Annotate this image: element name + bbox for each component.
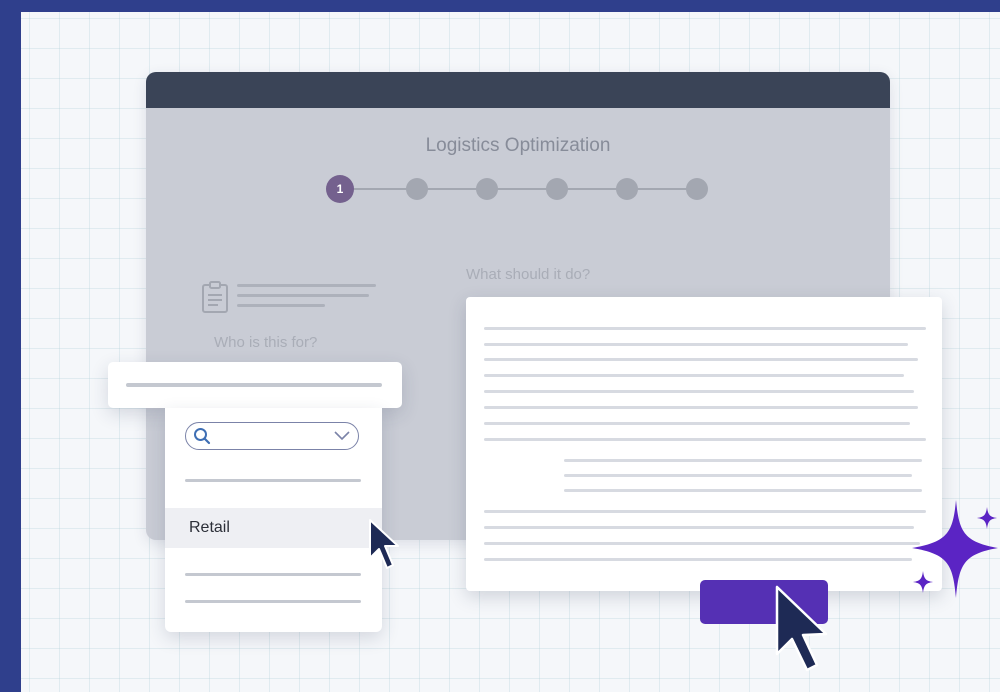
search-select-box[interactable] xyxy=(185,422,359,450)
step-2[interactable] xyxy=(406,178,428,200)
option-placeholder-line[interactable] xyxy=(185,573,361,576)
step-3[interactable] xyxy=(476,178,498,200)
text-line xyxy=(564,489,922,492)
text-line xyxy=(484,510,926,513)
progress-stepper: 1 xyxy=(326,175,709,203)
step-1[interactable]: 1 xyxy=(326,175,354,203)
window-title: Logistics Optimization xyxy=(425,135,611,156)
search-input[interactable] xyxy=(212,425,336,447)
text-line xyxy=(484,390,914,393)
sparkle-icon xyxy=(977,507,997,529)
step-4[interactable] xyxy=(546,178,568,200)
clipboard-icon xyxy=(202,281,228,313)
text-preview-card xyxy=(466,297,942,591)
step-6[interactable] xyxy=(686,178,708,200)
placeholder-line xyxy=(237,304,325,307)
text-line xyxy=(484,438,926,441)
text-line xyxy=(564,459,922,462)
placeholder-line xyxy=(237,294,369,297)
sparkle-icon xyxy=(913,571,933,593)
text-line xyxy=(564,474,912,477)
stepper-line xyxy=(339,188,699,190)
text-line xyxy=(484,422,910,425)
dropdown-option-retail[interactable]: Retail xyxy=(165,508,382,548)
text-line xyxy=(484,558,912,561)
search-icon xyxy=(194,428,211,445)
dropdown-panel: Retail xyxy=(165,408,382,632)
question-what-label: What should it do? xyxy=(466,266,591,283)
text-line xyxy=(484,343,908,346)
chevron-down-icon[interactable] xyxy=(334,430,350,441)
placeholder-line xyxy=(237,284,376,287)
text-line xyxy=(484,406,918,409)
text-line xyxy=(484,542,920,545)
cursor-arrow-icon xyxy=(369,519,399,569)
text-line xyxy=(484,374,904,377)
question-who-label: Who is this for? xyxy=(214,334,318,351)
text-line xyxy=(484,526,914,529)
text-line xyxy=(484,358,918,361)
window-titlebar xyxy=(146,72,890,108)
text-line xyxy=(484,327,926,330)
cursor-arrow-icon xyxy=(775,585,828,672)
option-placeholder-line[interactable] xyxy=(185,479,361,482)
floating-input-bar[interactable] xyxy=(108,362,402,408)
step-5[interactable] xyxy=(616,178,638,200)
placeholder-line xyxy=(126,383,382,387)
option-placeholder-line[interactable] xyxy=(185,600,361,603)
